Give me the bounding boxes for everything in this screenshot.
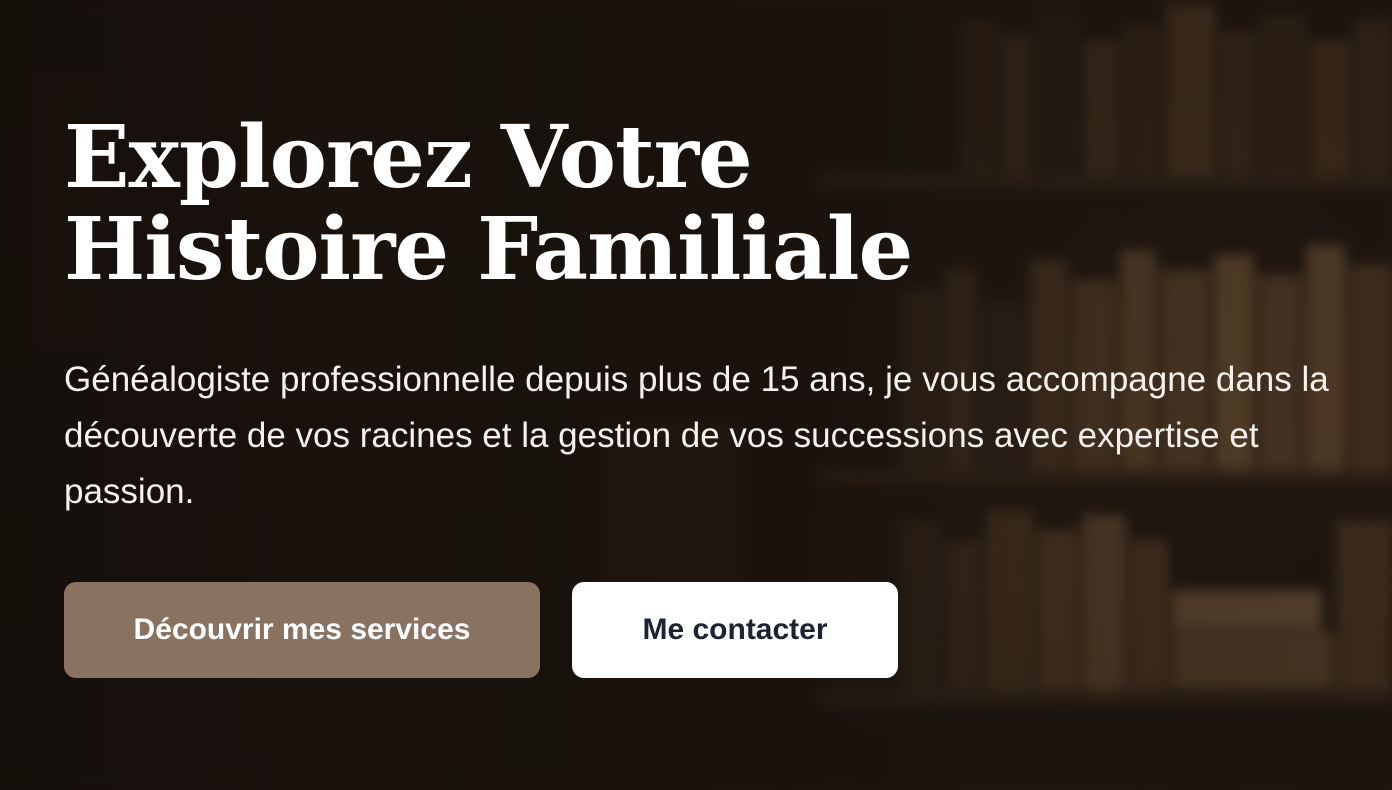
- contact-button[interactable]: Me contacter: [572, 582, 898, 678]
- hero-title: Explorez Votre Histoire Familiale: [64, 107, 913, 300]
- hero-section: Explorez Votre Histoire Familiale Généal…: [0, 0, 1392, 790]
- discover-services-button[interactable]: Découvrir mes services: [64, 582, 540, 678]
- hero-actions: Découvrir mes services Me contacter: [64, 582, 1364, 678]
- hero-content: Explorez Votre Histoire Familiale Généal…: [64, 112, 1364, 678]
- hero-description: Généalogiste professionnelle depuis plus…: [64, 360, 1329, 511]
